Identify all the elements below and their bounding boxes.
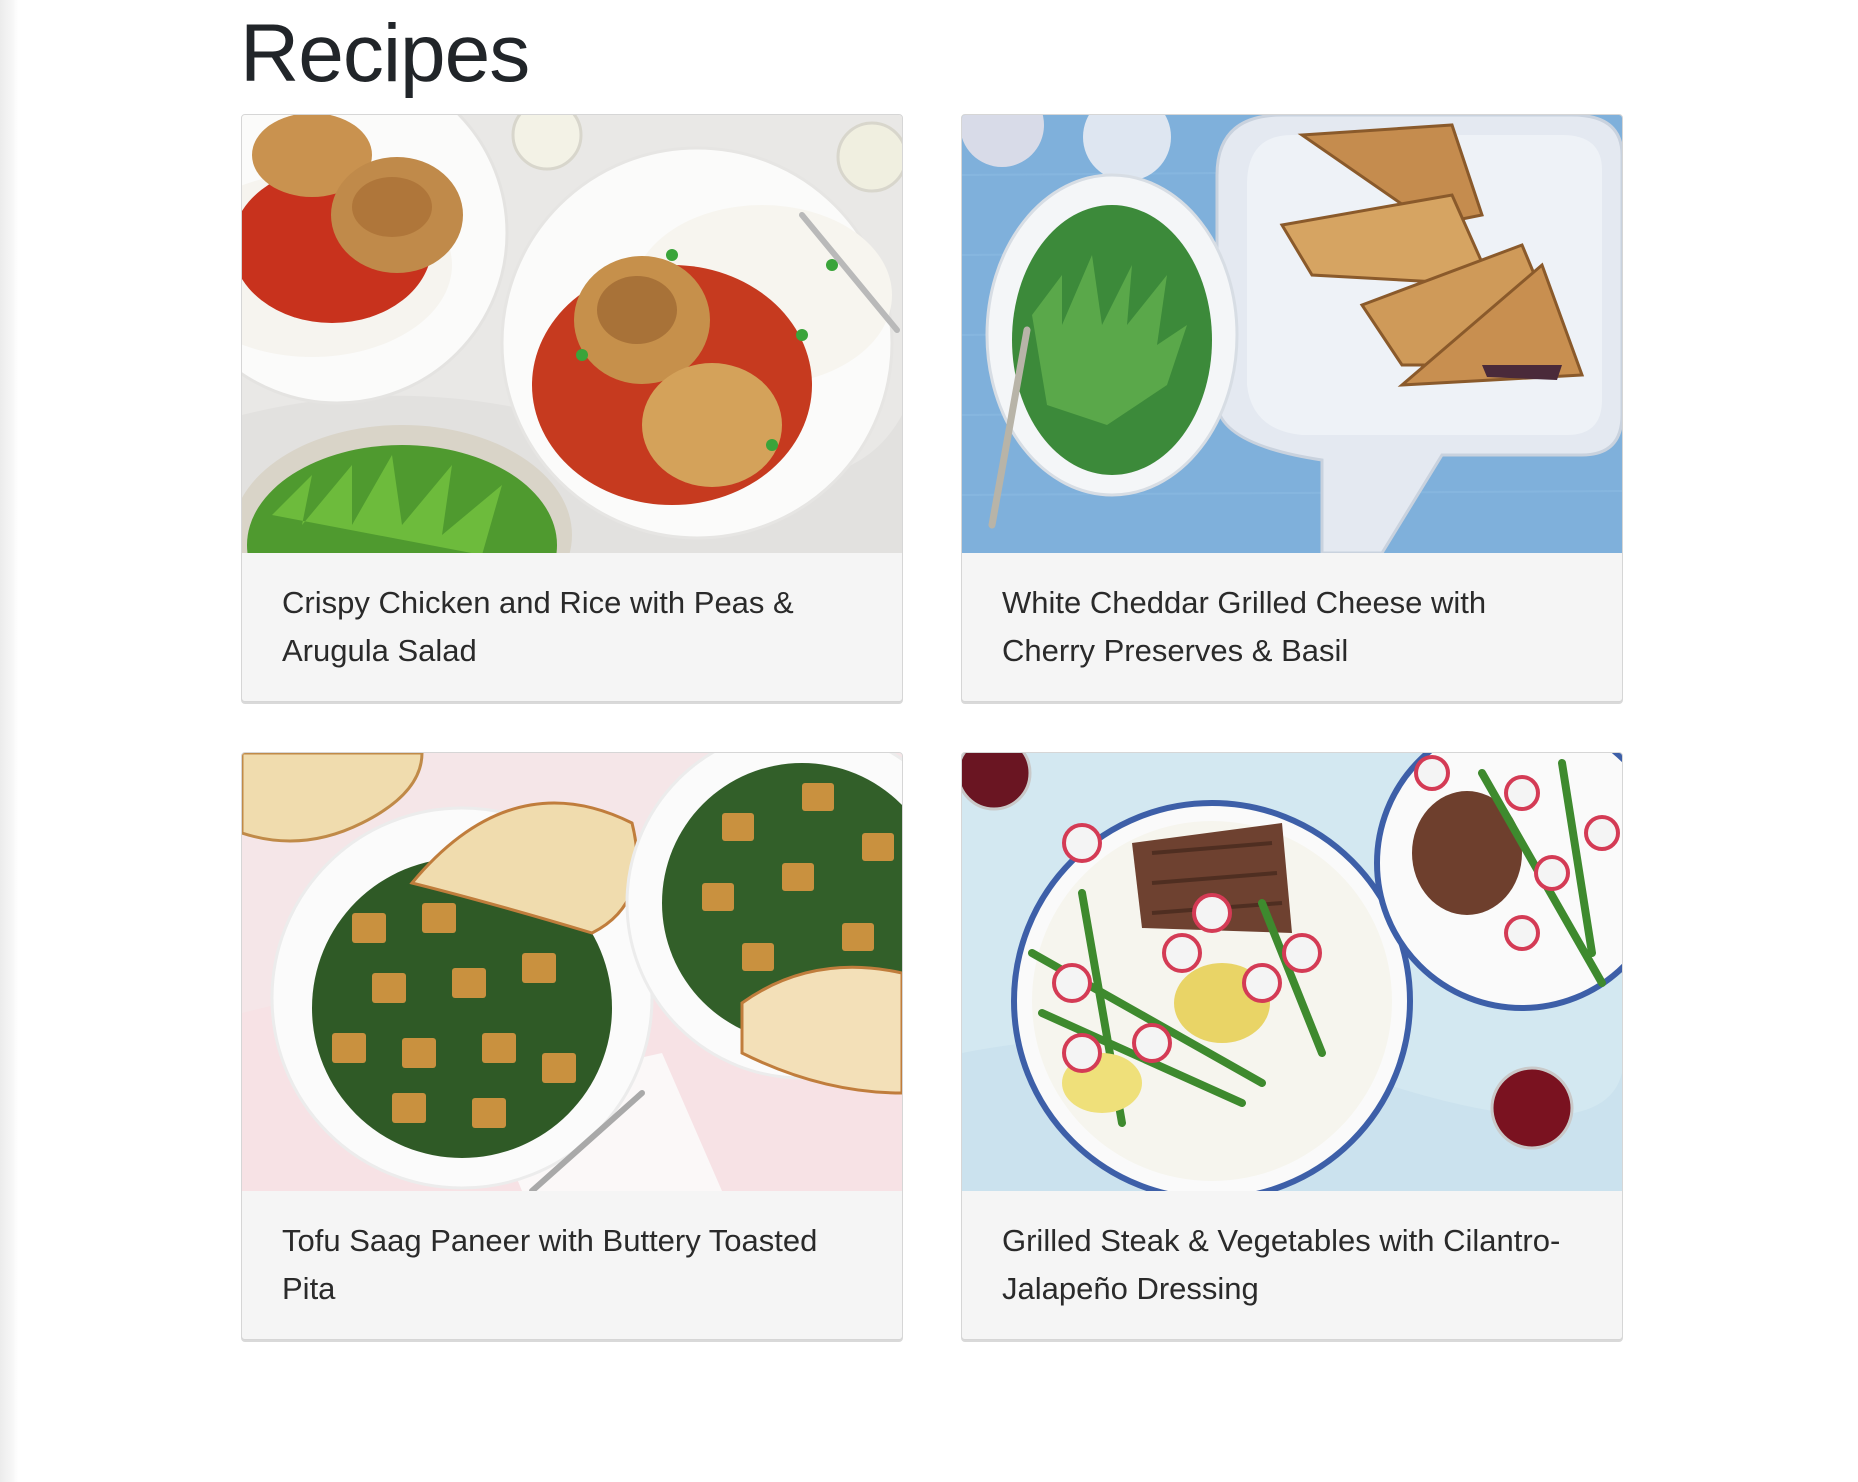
chicken-rice-photo (242, 115, 902, 553)
recipe-card[interactable]: Tofu Saag Paneer with Buttery Toasted Pi… (241, 752, 903, 1340)
page-title: Recipes (240, 8, 530, 99)
recipe-grid: Crispy Chicken and Rice with Peas & Arug… (241, 114, 1623, 1340)
grilled-cheese-photo (962, 115, 1622, 553)
recipe-card-body: Tofu Saag Paneer with Buttery Toasted Pi… (242, 1191, 902, 1339)
recipe-title: Crispy Chicken and Rice with Peas & Arug… (282, 585, 794, 668)
recipe-card[interactable]: White Cheddar Grilled Cheese with Cherry… (961, 114, 1623, 702)
recipe-card[interactable]: Grilled Steak & Vegetables with Cilantro… (961, 752, 1623, 1340)
recipe-card-body: White Cheddar Grilled Cheese with Cherry… (962, 553, 1622, 701)
recipe-card-body: Grilled Steak & Vegetables with Cilantro… (962, 1191, 1622, 1339)
recipe-title: Tofu Saag Paneer with Buttery Toasted Pi… (282, 1223, 818, 1306)
page-gutter (0, 0, 18, 1482)
recipe-title: Grilled Steak & Vegetables with Cilantro… (1002, 1223, 1561, 1306)
saag-paneer-photo (242, 753, 902, 1191)
recipe-card[interactable]: Crispy Chicken and Rice with Peas & Arug… (241, 114, 903, 702)
steak-vegetables-photo (962, 753, 1622, 1191)
recipe-card-body: Crispy Chicken and Rice with Peas & Arug… (242, 553, 902, 701)
recipe-title: White Cheddar Grilled Cheese with Cherry… (1002, 585, 1487, 668)
